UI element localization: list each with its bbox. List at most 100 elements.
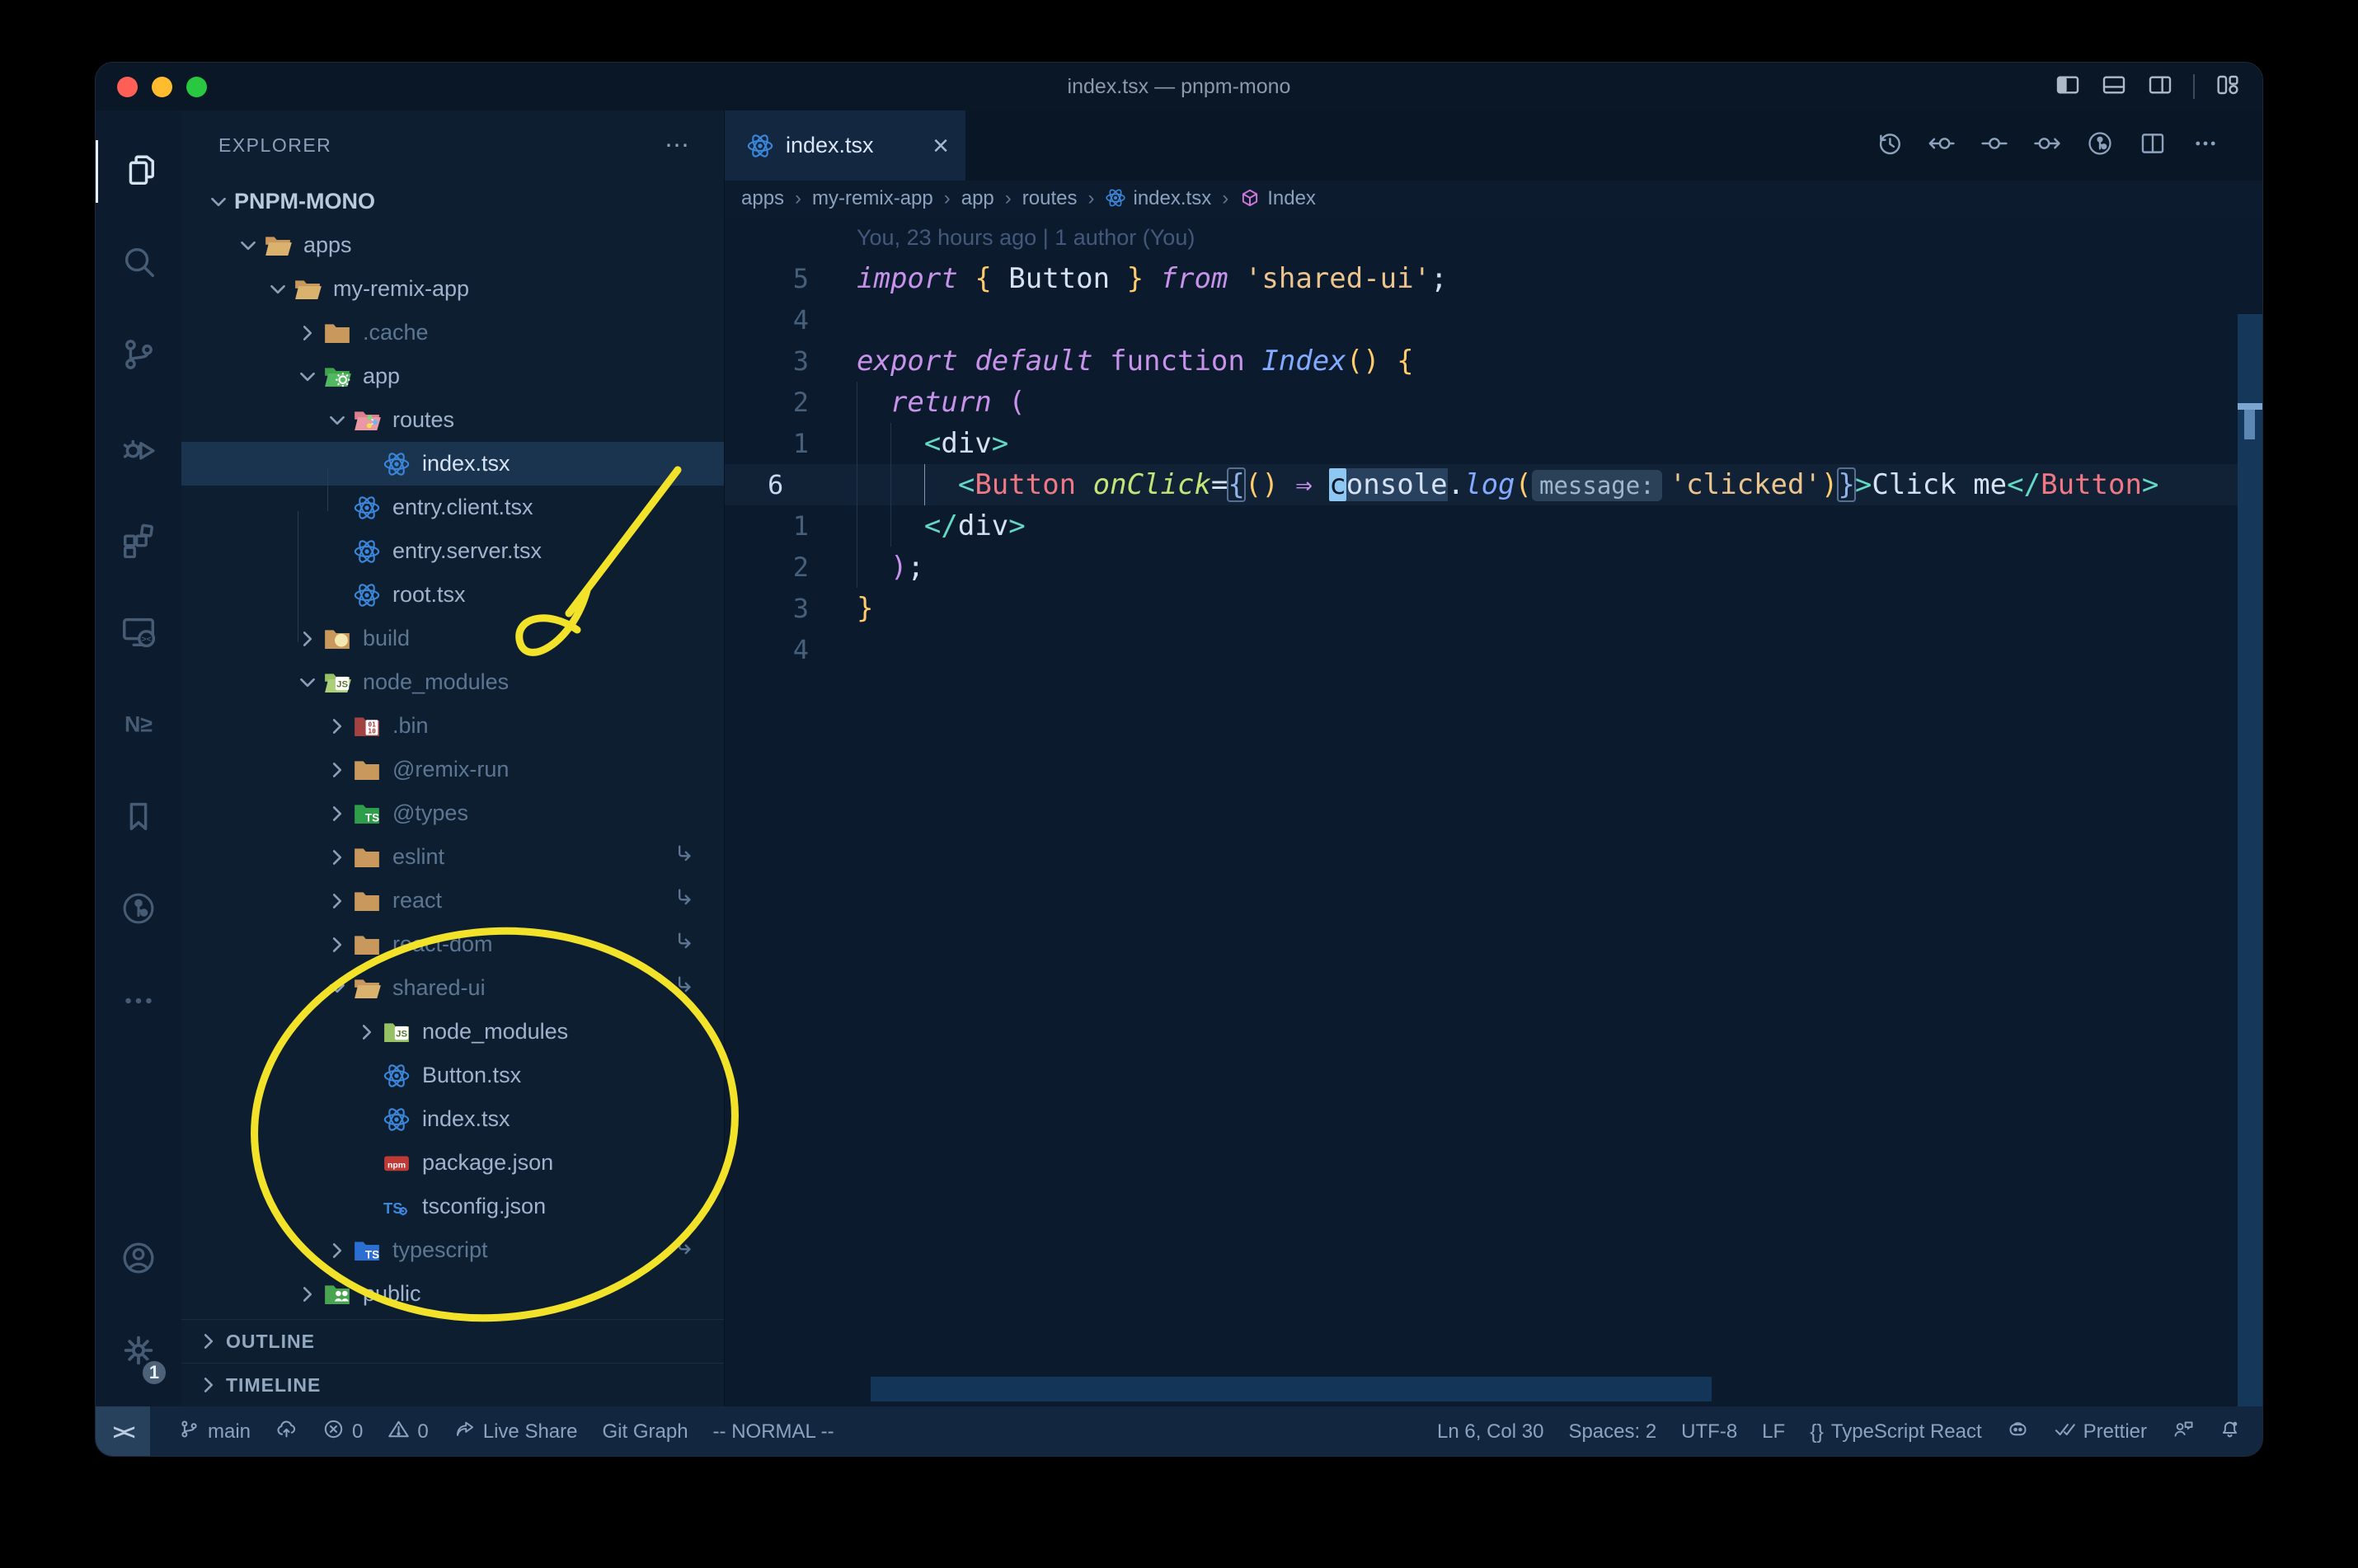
- close-tab-icon[interactable]: ×: [932, 132, 949, 160]
- activitybar-extensions[interactable]: [96, 495, 181, 587]
- minimize-window-button[interactable]: [152, 76, 172, 97]
- activitybar-nx-console[interactable]: N≥: [96, 679, 181, 772]
- tree-item-eslint[interactable]: eslint: [181, 835, 724, 879]
- breadcrumb-item-my-remix-app[interactable]: my-remix-app: [812, 187, 933, 210]
- status-normal[interactable]: -- NORMAL --: [713, 1420, 834, 1444]
- error-circle-icon: [322, 1418, 345, 1446]
- status-copilot[interactable]: [2007, 1418, 2029, 1446]
- sidebar-section-outline[interactable]: OUTLINE: [181, 1319, 724, 1363]
- history-icon[interactable]: [1875, 129, 1903, 162]
- layout-sidebar-right-icon[interactable]: [2147, 72, 2173, 102]
- tree-item-Button.tsx[interactable]: Button.tsx: [181, 1054, 724, 1097]
- section-label: OUTLINE: [226, 1330, 315, 1352]
- status-live-share[interactable]: Live Share: [453, 1418, 578, 1446]
- status-bell-dot[interactable]: [2219, 1418, 2241, 1446]
- close-window-button[interactable]: [117, 76, 138, 97]
- layout-grid-icon[interactable]: [2215, 72, 2241, 102]
- tree-item-typescript[interactable]: TS typescript: [181, 1228, 724, 1272]
- activitybar-account[interactable]: [96, 1214, 181, 1306]
- status-lf[interactable]: LF: [1762, 1420, 1785, 1444]
- git-graph-icon[interactable]: [2086, 129, 2114, 162]
- activitybar-more-ellipsis[interactable]: [96, 956, 181, 1049]
- breadcrumb-item-app[interactable]: app: [961, 187, 994, 210]
- status-utf-8[interactable]: UTF-8: [1681, 1420, 1737, 1444]
- breadcrumb-item-index.tsx[interactable]: index.tsx: [1105, 187, 1211, 211]
- activitybar-remote-explorer[interactable]: ><: [96, 587, 181, 679]
- breadcrumb-item-routes[interactable]: routes: [1022, 187, 1078, 210]
- sidebar-section-timeline[interactable]: TIMELINE: [181, 1363, 724, 1406]
- tree-item-@types[interactable]: TS @types: [181, 791, 724, 835]
- status-spaces-2[interactable]: Spaces: 2: [1568, 1420, 1656, 1444]
- tree-item-app[interactable]: app: [181, 354, 724, 398]
- split-editor-icon[interactable]: [2139, 129, 2167, 162]
- tree-item-node_modules[interactable]: JS node_modules: [181, 660, 724, 704]
- layout-sidebar-left-icon[interactable]: [2055, 72, 2081, 102]
- code-editor[interactable]: You, 23 hours ago | 1 author (You) 5 impo…: [725, 217, 2262, 1406]
- tree-item-build[interactable]: build: [181, 617, 724, 660]
- breadcrumb-label: index.tsx: [1133, 187, 1212, 209]
- breadcrumb-item-apps[interactable]: apps: [741, 187, 784, 210]
- tree-item-.cache[interactable]: .cache: [181, 311, 724, 354]
- tree-item-label: node_modules: [363, 669, 510, 694]
- status-main[interactable]: main: [178, 1418, 251, 1446]
- tree-item-label: index.tsx: [422, 451, 510, 476]
- tree-item-@remix-run[interactable]: @remix-run: [181, 748, 724, 791]
- folder-icon: [353, 406, 381, 434]
- tree-item-apps[interactable]: apps: [181, 223, 724, 267]
- zoom-window-button[interactable]: [186, 76, 207, 97]
- status-0[interactable]: 0: [322, 1418, 363, 1446]
- tree-item-entry.server.tsx[interactable]: entry.server.tsx: [181, 529, 724, 573]
- gitlens-blame-annotation: You, 23 hours ago | 1 author (You): [857, 225, 1195, 250]
- tree-item-routes[interactable]: routes: [181, 398, 724, 442]
- tree-item-my-remix-app[interactable]: my-remix-app: [181, 267, 724, 311]
- tree-item-index.tsx[interactable]: index.tsx: [181, 1097, 724, 1141]
- horizontal-scrollbar[interactable]: [871, 1377, 1712, 1401]
- activitybar-explorer[interactable]: [96, 125, 181, 218]
- status-cloud-upload[interactable]: [275, 1418, 298, 1446]
- code-line: 2 );: [725, 547, 2262, 588]
- tree-item-tsconfig.json[interactable]: TS tsconfig.json: [181, 1185, 724, 1228]
- tree-item-.bin[interactable]: 01 10 .bin: [181, 704, 724, 748]
- tree-item-react-dom[interactable]: react-dom: [181, 922, 724, 966]
- tree-item-PNPM-MONO[interactable]: PNPM-MONO: [181, 180, 724, 223]
- status-git-graph[interactable]: Git Graph: [603, 1420, 688, 1444]
- status-label: UTF-8: [1681, 1420, 1738, 1443]
- more-ellipsis-icon[interactable]: [2191, 129, 2219, 162]
- tree-item-label: index.tsx: [422, 1106, 510, 1131]
- folder-icon: [353, 931, 381, 959]
- line-number: 6: [768, 469, 784, 500]
- bell-dot-icon: [2219, 1418, 2241, 1446]
- window-title: index.tsx — pnpm-mono: [1067, 74, 1291, 98]
- tab-index-tsx[interactable]: index.tsx ×: [725, 110, 965, 181]
- status-ln-6-col-30[interactable]: Ln 6, Col 30: [1437, 1420, 1543, 1444]
- layout-panel-icon[interactable]: [2101, 72, 2127, 102]
- activitybar-run-debug[interactable]: [96, 402, 181, 495]
- tree-item-package.json[interactable]: npm package.json: [181, 1141, 724, 1185]
- tree-item-root.tsx[interactable]: root.tsx: [181, 573, 724, 617]
- compare-previous-icon[interactable]: [1928, 129, 1956, 162]
- activitybar-git-graph[interactable]: [96, 864, 181, 956]
- status-prettier[interactable]: Prettier: [2054, 1418, 2147, 1446]
- status-0[interactable]: 0: [388, 1418, 429, 1446]
- vertical-scrollbar[interactable]: [2238, 314, 2262, 1406]
- explorer-more-actions-icon[interactable]: ⋯: [665, 131, 691, 160]
- activitybar-bookmarks[interactable]: [96, 772, 181, 864]
- activitybar-search[interactable]: [96, 218, 181, 310]
- remote-indicator[interactable]: ><: [96, 1406, 150, 1456]
- activitybar-settings[interactable]: 1: [96, 1306, 181, 1398]
- status-feedback[interactable]: [2172, 1418, 2194, 1446]
- compare-current-icon[interactable]: [1980, 129, 2008, 162]
- chevron-down-icon: [233, 230, 264, 261]
- chevron-right-icon: [322, 798, 353, 829]
- tree-item-index.tsx[interactable]: index.tsx: [181, 442, 724, 486]
- activitybar-source-control[interactable]: [96, 310, 181, 402]
- breadcrumb-item-Index[interactable]: Index: [1239, 187, 1316, 211]
- compare-next-icon[interactable]: [2033, 129, 2061, 162]
- tree-item-entry.client.tsx[interactable]: entry.client.tsx: [181, 486, 724, 529]
- tree-item-public[interactable]: public: [181, 1272, 724, 1316]
- tree-item-shared-ui[interactable]: shared-ui: [181, 966, 724, 1010]
- tree-item-react[interactable]: react: [181, 879, 724, 922]
- tree-item-node_modules[interactable]: JS node_modules: [181, 1010, 724, 1054]
- status-typescript-react[interactable]: {} TypeScript React: [1810, 1420, 1981, 1444]
